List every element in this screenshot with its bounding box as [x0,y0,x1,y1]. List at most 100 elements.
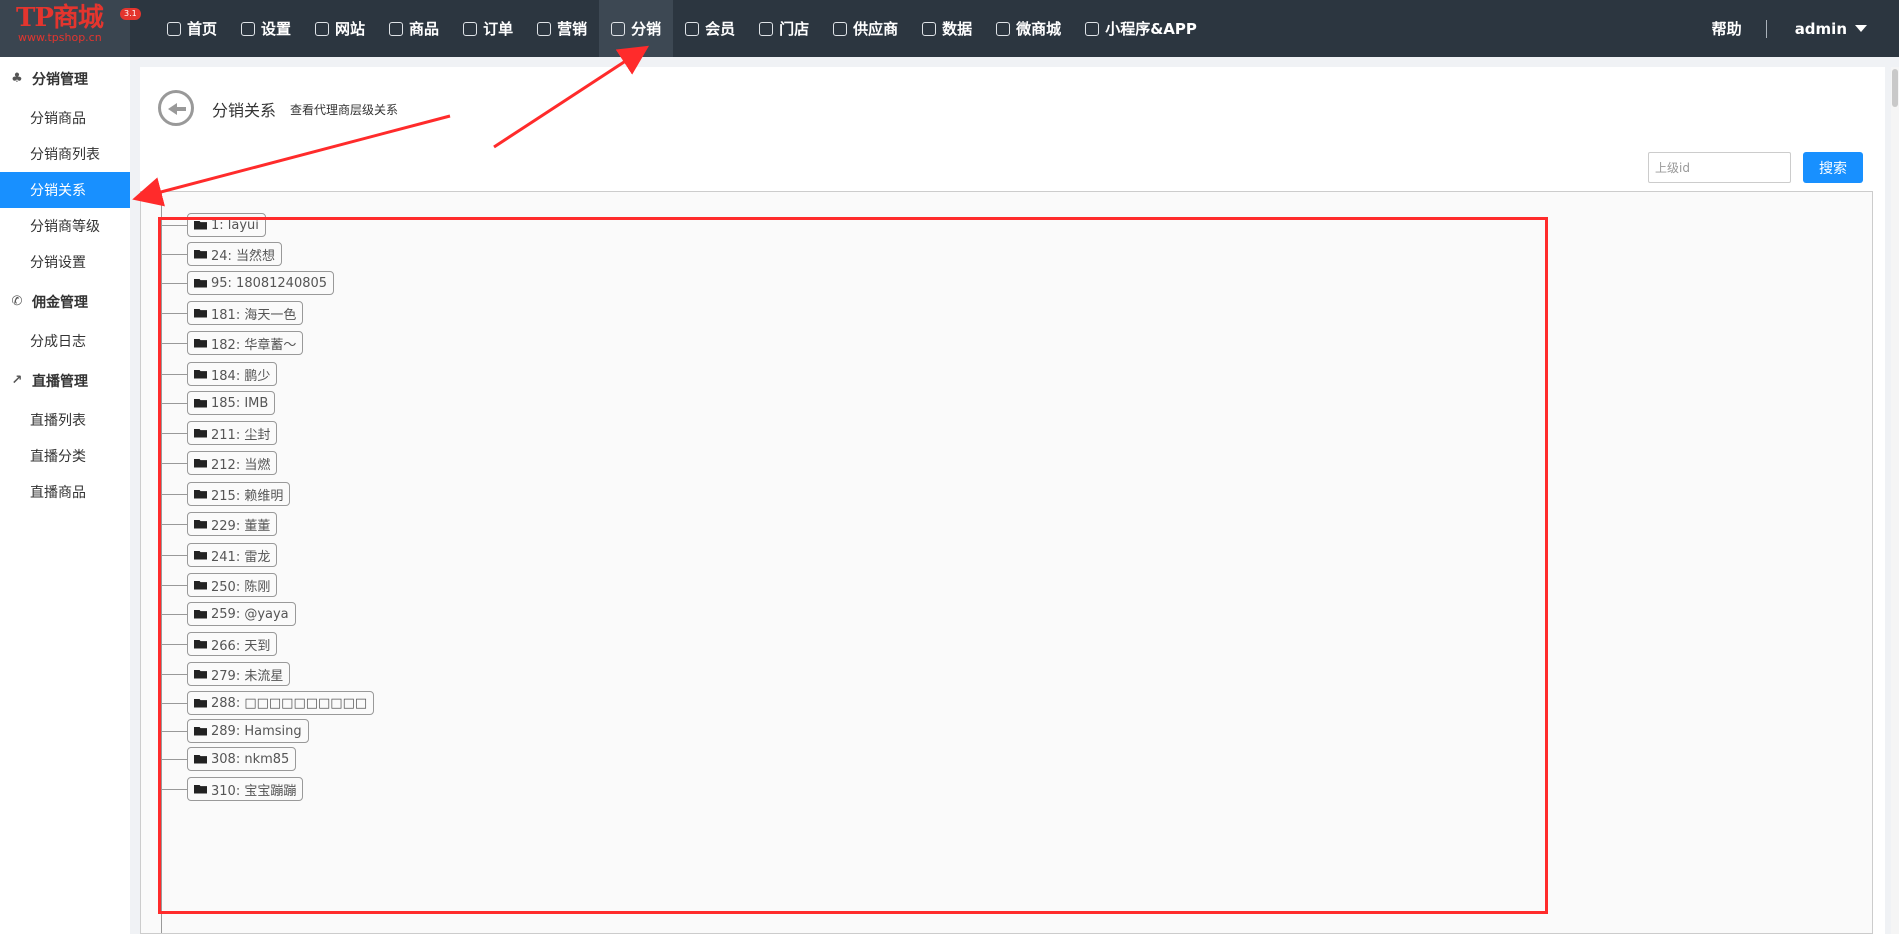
tree-node: 289: Hamsing [141,719,309,743]
tree-node-text: 241: 雷龙 [211,549,271,565]
tree-node: 215: 赖维明 [141,482,291,506]
tree-node-label[interactable]: 185: IMB [187,391,276,415]
sidebar-item[interactable]: 分销商品 [0,100,130,136]
tree-node-label[interactable]: 279: 未流星 [187,662,291,686]
tree-node: 250: 陈刚 [141,573,278,597]
tree-branch-line [161,432,187,434]
sidebar-group-2[interactable]: ↗ 直播管理 [0,359,130,402]
tree-node-label[interactable]: 308: nkm85 [187,747,297,771]
sidebar-item[interactable]: 直播列表 [0,402,130,438]
folder-open-icon [194,369,207,379]
distributor-tree: 1: layui 24: 当然想 95: 18081240805 181: 海天一色 1… [140,191,1873,934]
nav-item-9[interactable]: 供应商 [821,0,910,57]
tree-node-text: 310: 宝宝蹦蹦 [211,783,297,799]
tree-branch-line [161,253,187,255]
tree-branch-line [161,312,187,314]
nav-label: 会员 [705,20,736,38]
logo-subtitle: www.tpshop.cn [18,31,102,44]
tree-node: 181: 海天一色 [141,301,304,325]
sidebar-group-title: 直播管理 [32,373,88,390]
nav-item-12[interactable]: 小程序&APP [1073,0,1209,57]
tree-branch-line [161,643,187,645]
nav-item-6[interactable]: 分销 [599,0,674,57]
sidebar-item[interactable]: 直播分类 [0,438,130,474]
folder-open-icon [194,249,207,259]
logo[interactable]: TP商城 www.tpshop.cn 3.1 [0,0,141,57]
folder-open-icon [194,726,207,736]
sidebar-item[interactable]: 分销关系 [0,172,130,208]
tree-node-label[interactable]: 184: 鹏少 [187,362,278,386]
sidebar-item[interactable]: 直播商品 [0,474,130,510]
nav-item-10[interactable]: 数据 [910,0,984,57]
tree-branch-line [161,493,187,495]
nav-item-2[interactable]: 网站 [303,0,377,57]
nav-right: 帮助 admin [1712,0,1899,57]
page-scrollbar[interactable] [1891,67,1899,934]
tree-node-text: 289: Hamsing [211,723,302,739]
tree-node-text: 184: 鹏少 [211,368,271,384]
nav-label: 商品 [409,20,440,38]
tree-node-label[interactable]: 310: 宝宝蹦蹦 [187,777,304,801]
tree-node-label[interactable]: 215: 赖维明 [187,482,291,506]
scrollbar-thumb[interactable] [1892,69,1898,107]
sidebar: ♣ 分销管理 分销商品 分销商列表 分销关系 分销商等级 分销设置 ✆ 佣金管理 分成日志 ↗ 直播管… [0,57,130,934]
tree-node-text: 279: 未流星 [211,668,284,684]
tree-node-label[interactable]: 229: 董董 [187,512,278,536]
nav-label: 分销 [631,20,662,38]
tree-node-label[interactable]: 212: 当燃 [187,451,278,475]
sidebar-item[interactable]: 分销设置 [0,244,130,280]
nav-item-11[interactable]: 微商城 [984,0,1073,57]
tree-node-label[interactable]: 289: Hamsing [187,719,309,743]
tree-node: 184: 鹏少 [141,362,278,386]
folder-open-icon [194,428,207,438]
tree-node-label[interactable]: 259: @yaya [187,602,296,626]
tree-branch-line [161,554,187,556]
tree-node-label[interactable]: 181: 海天一色 [187,301,304,325]
parent-id-input[interactable] [1648,152,1791,183]
sidebar-group-0[interactable]: ♣ 分销管理 [0,57,130,100]
folder-open-icon [194,278,207,288]
tree-node-label[interactable]: 95: 18081240805 [187,271,335,295]
nav-item-8[interactable]: 门店 [747,0,821,57]
user-menu[interactable]: admin [1767,20,1899,38]
tree-node: 182: 华章蓄～ [141,331,304,355]
nav-label: 供应商 [853,20,899,38]
page-title: 分销关系 [212,101,277,120]
tree-node-label[interactable]: 182: 华章蓄～ [187,331,304,355]
nav-label: 营销 [557,20,588,38]
tree-node: 279: 未流星 [141,662,291,686]
help-link[interactable]: 帮助 [1712,18,1766,39]
tree-node-label[interactable]: 1: layui [187,213,266,237]
sidebar-item[interactable]: 分销商等级 [0,208,130,244]
folder-open-icon [194,519,207,529]
tree-node-label[interactable]: 250: 陈刚 [187,573,278,597]
back-arrow-icon[interactable] [158,90,194,126]
wechat-icon [996,21,1011,36]
tree-node-label[interactable]: 266: 天到 [187,632,278,656]
nav-item-3[interactable]: 商品 [377,0,451,57]
tree-node-label[interactable]: 211: 尘封 [187,421,278,445]
nav-item-7[interactable]: 会员 [673,0,747,57]
sidebar-group-1[interactable]: ✆ 佣金管理 [0,280,130,323]
logo-text: TP商城 [16,3,104,33]
nav-item-1[interactable]: 设置 [229,0,303,57]
sidebar-item[interactable]: 分销商列表 [0,136,130,172]
nav-item-0[interactable]: 首页 [155,0,229,57]
tree-node-label[interactable]: 288: □□□□□□□□□□ [187,691,375,715]
tree-branch-line [161,613,187,615]
tree-node-text: 250: 陈刚 [211,579,271,595]
search-button[interactable]: 搜索 [1803,152,1863,183]
tree-node-text: 182: 华章蓄～ [211,337,297,353]
folder-open-icon [194,308,207,318]
sidebar-item[interactable]: 分成日志 [0,323,130,359]
sidebar-group-title: 佣金管理 [32,294,88,311]
folder-open-icon [194,784,207,794]
tree-node-text: 259: @yaya [211,606,289,622]
nav-item-4[interactable]: 订单 [451,0,525,57]
sidebar-group-title: 分销管理 [32,71,88,88]
tree-node-label[interactable]: 24: 当然想 [187,242,283,266]
tree-node-label[interactable]: 241: 雷龙 [187,543,278,567]
tree-node: 259: @yaya [141,602,296,626]
tree-node-text: 95: 18081240805 [211,275,328,291]
nav-item-5[interactable]: 营销 [525,0,599,57]
